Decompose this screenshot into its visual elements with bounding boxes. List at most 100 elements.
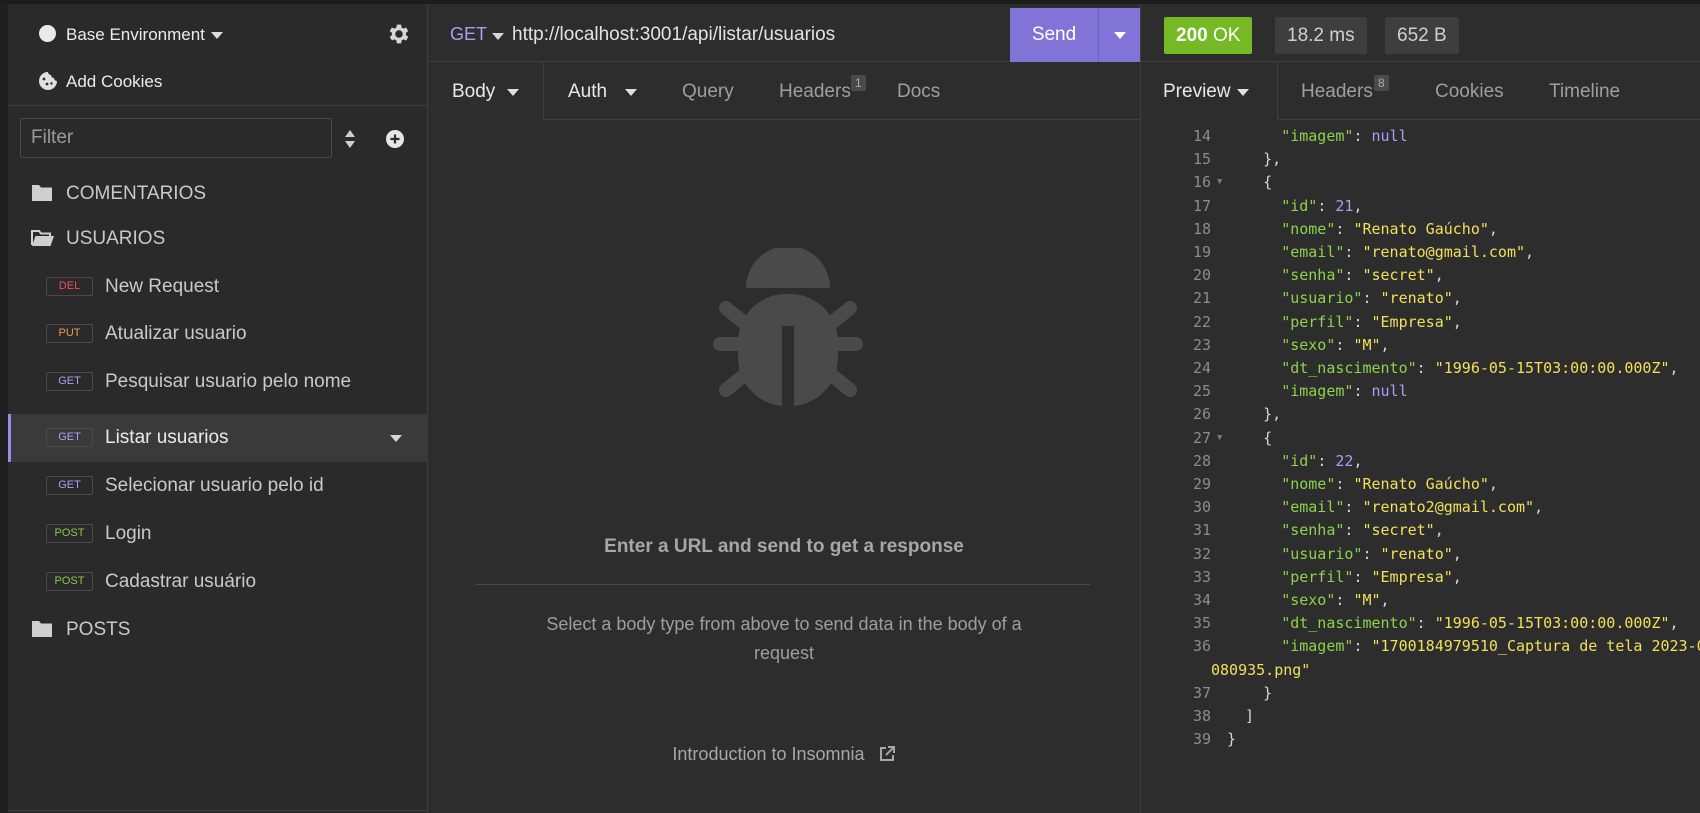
code-token: "renato@gmail.com"	[1362, 243, 1526, 261]
code-line: 22 "perfil": "Empresa",	[1141, 311, 1700, 334]
request-item-active[interactable]: GET Listar usuarios	[8, 414, 428, 462]
fold-toggle-icon[interactable]: ▼	[1217, 171, 1222, 194]
tab-timeline[interactable]: Timeline	[1549, 62, 1639, 120]
request-item[interactable]: POST Login	[8, 510, 428, 558]
tab-preview[interactable]: Preview	[1141, 62, 1278, 121]
url-bar: GET http://localhost:3001/api/listar/usu…	[428, 8, 1140, 62]
line-number: 30	[1192, 498, 1211, 517]
insomnia-app: Base Environment Add Cookies Filter COME…	[0, 0, 1700, 813]
code-token: :	[1353, 312, 1372, 331]
intro-link[interactable]: Introduction to Insomnia	[428, 744, 1140, 765]
response-status-bar: 200 OK 18.2 ms 652 B	[1141, 8, 1700, 62]
code-token: null	[1371, 127, 1408, 145]
code-token: :	[1344, 266, 1363, 285]
empty-state-description: Select a body type from above to send da…	[546, 614, 1022, 663]
request-item[interactable]: GET Selecionar usuario pelo id	[8, 462, 428, 510]
folder-label: POSTS	[66, 619, 131, 640]
code-token: :	[1344, 498, 1363, 517]
code-token: "perfil"	[1281, 312, 1354, 331]
request-tabs: Body Auth Query Headers 1 Docs	[428, 62, 1140, 121]
line-number: 28	[1192, 451, 1211, 470]
code-text: "usuario": "renato",	[1227, 287, 1462, 310]
request-item[interactable]: POST Cadastrar usuário	[8, 558, 428, 606]
code-line: 33 "perfil": "Empresa",	[1141, 566, 1700, 589]
response-pane: 200 OK 18.2 ms 652 B Preview Headers 8 C…	[1140, 4, 1700, 813]
tab-label: Body	[452, 81, 496, 102]
code-token: "1996-05-15T03:00:00.000Z"	[1434, 359, 1670, 377]
code-text: "email": "renato@gmail.com",	[1227, 241, 1534, 264]
filter-input[interactable]	[21, 119, 331, 157]
code-text: "perfil": "Empresa",	[1227, 311, 1462, 334]
send-options-caret-icon[interactable]	[1114, 32, 1126, 39]
code-token: "1700184979510_Captura de tela 2023-0	[1371, 637, 1700, 656]
code-token: ,	[1434, 266, 1444, 285]
code-text: {	[1227, 427, 1272, 450]
code-text: "imagem": null	[1227, 380, 1408, 403]
sidebar-bottom-divider	[8, 810, 428, 811]
request-item[interactable]: PUT Atualizar usuario	[8, 310, 428, 358]
code-token: ,	[1452, 567, 1462, 586]
gear-icon[interactable]	[386, 21, 412, 47]
url-input[interactable]: http://localhost:3001/api/listar/usuario…	[512, 24, 835, 46]
tab-response-headers[interactable]: Headers 8	[1301, 62, 1411, 120]
folder-usuarios[interactable]: USUARIOS	[8, 215, 428, 263]
add-cookies-button[interactable]: Add Cookies	[8, 62, 428, 106]
code-token: ,	[1452, 289, 1462, 308]
line-number: 37	[1192, 683, 1211, 702]
code-token: "dt_nascimento"	[1281, 359, 1417, 377]
code-token: },	[1227, 150, 1282, 169]
line-number: 27	[1192, 428, 1211, 447]
request-item[interactable]: DEL New Request	[8, 263, 428, 311]
code-token: null	[1371, 382, 1408, 401]
code-text: "nome": "Renato Gaúcho",	[1227, 218, 1498, 241]
code-token: }	[1227, 683, 1273, 702]
code-line: 39}	[1141, 728, 1700, 751]
code-line: 080935.png"	[1141, 659, 1700, 682]
code-text: "nome": "Renato Gaúcho",	[1227, 473, 1498, 496]
filter-field[interactable]	[20, 118, 332, 158]
environment-selector[interactable]: Base Environment	[8, 4, 428, 62]
tab-query[interactable]: Query	[672, 62, 762, 120]
code-text: }	[1227, 682, 1272, 705]
request-label: Selecionar usuario pelo id	[105, 475, 324, 496]
line-number: 38	[1192, 707, 1211, 725]
fold-toggle-icon[interactable]: ▼	[1217, 427, 1222, 450]
add-icon[interactable]	[384, 128, 406, 150]
line-number: 19	[1192, 243, 1211, 261]
code-token: :	[1317, 196, 1336, 215]
tab-cookies[interactable]: Cookies	[1435, 62, 1515, 120]
code-token: ,	[1353, 451, 1363, 470]
code-token: :	[1335, 219, 1354, 238]
bug-icon	[713, 248, 863, 410]
tab-headers[interactable]: Headers 1	[768, 62, 878, 120]
code-text: },	[1227, 148, 1281, 171]
tab-auth[interactable]: Auth	[545, 62, 661, 120]
code-token: "usuario"	[1281, 544, 1363, 563]
request-item[interactable]: GET Pesquisar usuario pelo nome	[8, 358, 428, 406]
tab-docs[interactable]: Docs	[890, 62, 960, 120]
code-token: ,	[1669, 614, 1679, 633]
line-number: 21	[1192, 289, 1211, 308]
code-token: :	[1353, 567, 1372, 586]
response-json-viewer[interactable]: 14 "imagem": null 15 }, 16 ▼ {17 "id": 21, 1…	[1141, 120, 1700, 813]
caret-down-icon	[507, 89, 519, 96]
code-token: ,	[1669, 359, 1679, 377]
code-text: "imagem": "1700184979510_Captura de tela…	[1227, 635, 1700, 658]
folder-comentarios[interactable]: COMENTARIOS	[8, 170, 428, 218]
method-selector[interactable]: GET	[450, 24, 487, 45]
folder-posts[interactable]: POSTS	[8, 606, 428, 654]
line-number: 14	[1192, 127, 1211, 145]
request-actions-caret-icon[interactable]	[390, 435, 402, 442]
code-token: "nome"	[1281, 475, 1336, 493]
sort-icon[interactable]	[342, 128, 358, 150]
code-line: 31 "senha": "secret",	[1141, 519, 1700, 542]
line-number: 36	[1192, 637, 1211, 656]
send-button[interactable]: Send	[1010, 8, 1140, 62]
tab-label: Query	[682, 81, 734, 102]
code-line: 16 ▼ {	[1141, 171, 1700, 194]
code-line: 37 }	[1141, 682, 1700, 705]
tab-body[interactable]: Body	[428, 62, 544, 121]
